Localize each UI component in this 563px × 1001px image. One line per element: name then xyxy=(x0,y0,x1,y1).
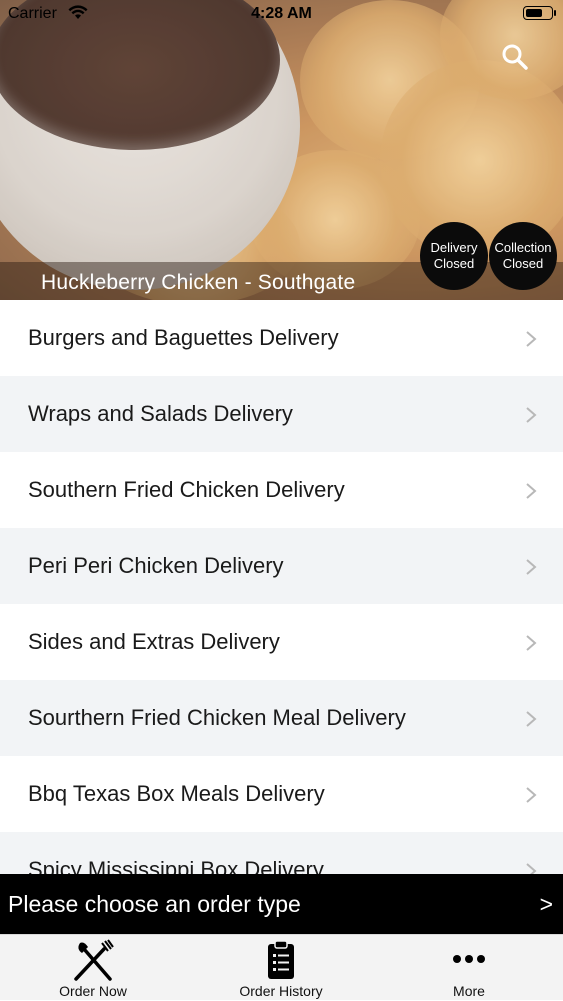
menu-category-label: Southern Fried Chicken Delivery xyxy=(28,477,345,502)
order-type-prompt-button[interactable]: Please choose an order type > xyxy=(0,874,563,934)
clock: 4:28 AM xyxy=(251,5,312,22)
menu-category-label: Sourthern Fried Chicken Meal Delivery xyxy=(28,705,406,730)
collection-badge-status: Closed xyxy=(502,256,544,271)
menu-category-item[interactable]: Wraps and Salads Delivery xyxy=(0,376,563,452)
menu-category-item[interactable]: Burgers and Baguettes Delivery xyxy=(0,300,563,376)
menu-category-label: Peri Peri Chicken Delivery xyxy=(28,553,284,578)
more-dots-icon xyxy=(453,955,485,963)
tab-order-now[interactable]: Order Now xyxy=(33,935,153,1001)
menu-category-label: Sides and Extras Delivery xyxy=(28,629,280,654)
tab-more[interactable]: More xyxy=(409,935,529,1001)
menu-category-item[interactable]: Bbq Texas Box Meals Delivery xyxy=(0,756,563,832)
restaurant-name: Huckleberry Chicken - Southgate xyxy=(41,271,356,294)
delivery-badge-title: Delivery xyxy=(430,240,478,255)
order-type-prompt-label: Please choose an order type xyxy=(8,891,301,917)
bottom-tab-bar: Order Now Order History More xyxy=(0,934,563,1000)
collection-badge-title: Collection xyxy=(494,240,552,255)
fork-knife-icon xyxy=(74,939,114,981)
restaurant-hero: Carrier 4:28 AM Huckleberry Chicken - So… xyxy=(0,0,563,300)
menu-category-label: Spicy Mississippi Box Delivery xyxy=(28,857,324,874)
chevron-right-icon xyxy=(526,635,537,651)
tab-order-now-label: Order Now xyxy=(59,983,127,999)
chevron-right-icon xyxy=(526,787,537,803)
chevron-right-icon xyxy=(526,711,537,727)
search-icon[interactable] xyxy=(500,42,530,72)
tab-order-history[interactable]: Order History xyxy=(221,935,341,1001)
menu-category-item[interactable]: Southern Fried Chicken Delivery xyxy=(0,452,563,528)
menu-category-label: Bbq Texas Box Meals Delivery xyxy=(28,781,325,806)
delivery-status-badge: Delivery Closed xyxy=(420,222,488,290)
delivery-badge-status: Closed xyxy=(433,256,475,271)
battery-icon xyxy=(523,6,556,20)
menu-category-list: Burgers and Baguettes Delivery Wraps and… xyxy=(0,300,563,874)
tab-more-label: More xyxy=(453,983,485,999)
menu-category-label: Wraps and Salads Delivery xyxy=(28,401,293,426)
menu-category-item[interactable]: Sides and Extras Delivery xyxy=(0,604,563,680)
menu-category-item[interactable]: Spicy Mississippi Box Delivery xyxy=(0,832,563,874)
chevron-right-icon xyxy=(526,331,537,347)
collection-status-badge: Collection Closed xyxy=(489,222,557,290)
tab-order-history-label: Order History xyxy=(239,983,323,999)
order-type-arrow-icon: > xyxy=(539,891,553,917)
chevron-right-icon xyxy=(526,407,537,423)
chevron-right-icon xyxy=(526,559,537,575)
chevron-right-icon xyxy=(526,863,537,874)
menu-category-item[interactable]: Sourthern Fried Chicken Meal Delivery xyxy=(0,680,563,756)
status-bar: Carrier 4:28 AM xyxy=(0,0,563,30)
menu-category-label: Burgers and Baguettes Delivery xyxy=(28,325,339,350)
clipboard-list-icon xyxy=(268,940,294,979)
menu-category-item[interactable]: Peri Peri Chicken Delivery xyxy=(0,528,563,604)
chevron-right-icon xyxy=(526,483,537,499)
